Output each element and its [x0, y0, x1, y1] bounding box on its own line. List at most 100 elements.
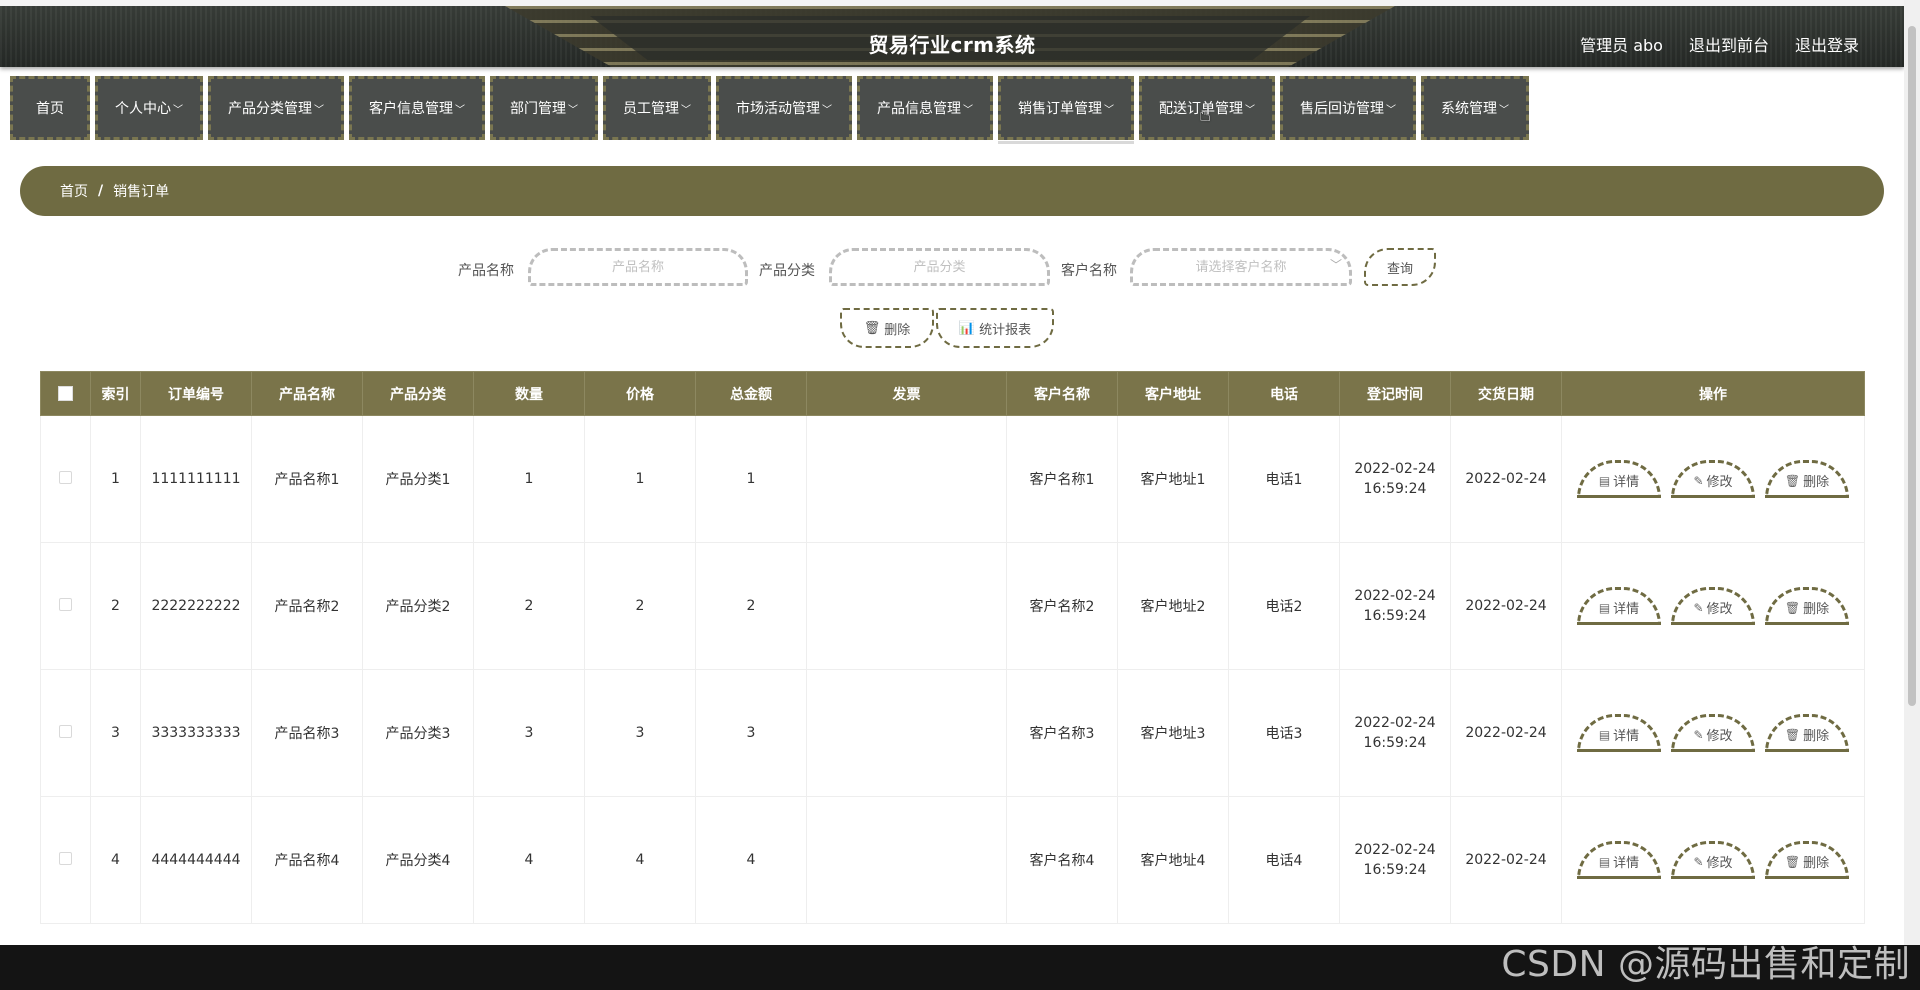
detail-button[interactable]: ▤ 详情	[1577, 714, 1661, 752]
col-header: 数量	[473, 371, 585, 416]
cell-customer: 客户名称3	[1006, 669, 1118, 797]
nav-item-department[interactable]: 部门管理 ﹀	[490, 76, 598, 140]
cell-phone: 电话4	[1228, 796, 1340, 924]
cell-order-no: 1111111111	[140, 415, 252, 543]
edit-button[interactable]: ✎ 修改	[1671, 460, 1755, 498]
nav-item-system[interactable]: 系统管理 ﹀	[1421, 76, 1529, 140]
category-input[interactable]	[829, 248, 1050, 286]
row-checkbox[interactable]	[59, 851, 72, 865]
customer-select[interactable]	[1130, 248, 1352, 286]
nav-item-label: 客户信息管理	[369, 101, 453, 117]
trash-icon: 🗑	[1784, 473, 1801, 488]
delete-label: 删除	[1803, 475, 1830, 490]
cell-price: 1	[584, 415, 696, 543]
col-header: 登记时间	[1339, 371, 1451, 416]
nav-item-after-sales[interactable]: 售后回访管理 ﹀	[1280, 76, 1416, 140]
cell-address: 客户地址4	[1117, 796, 1229, 924]
row-checkbox[interactable]	[59, 597, 72, 611]
row-checkbox-cell[interactable]	[40, 669, 91, 797]
cell-product: 产品名称2	[251, 542, 363, 670]
detail-label: 详情	[1613, 729, 1640, 744]
cell-category: 产品分类4	[362, 796, 474, 924]
nav-item-label: 员工管理	[623, 101, 679, 117]
cell-category: 产品分类1	[362, 415, 474, 543]
edit-button[interactable]: ✎ 修改	[1671, 714, 1755, 752]
nav-item-employee[interactable]: 员工管理 ﹀	[603, 76, 711, 140]
cell-price: 4	[584, 796, 696, 924]
trash-icon: 🗑	[1784, 854, 1801, 869]
query-button[interactable]: 查询	[1364, 248, 1436, 286]
chevron-down-icon: ﹀	[1104, 104, 1114, 116]
cell-customer: 客户名称2	[1006, 542, 1118, 670]
delete-button[interactable]: 🗑 删除	[1765, 841, 1849, 879]
reg-time: 16:59:24	[1363, 735, 1427, 751]
product-name-input[interactable]	[528, 248, 748, 286]
detail-button[interactable]: ▤ 详情	[1577, 460, 1661, 498]
cell-invoice	[806, 669, 1007, 797]
nav-item-sales-order[interactable]: 销售订单管理 ﹀	[998, 76, 1134, 144]
col-header: 产品名称	[251, 371, 363, 416]
nav-item-label: 系统管理	[1441, 101, 1497, 117]
row-checkbox[interactable]	[59, 470, 72, 484]
breadcrumb-current: 销售订单	[113, 184, 170, 200]
batch-delete-button[interactable]: 🗑 删除	[840, 308, 934, 348]
cell-ops: ▤ 详情 ✎ 修改 🗑 删除	[1561, 415, 1865, 543]
scrollbar-thumb[interactable]	[1908, 26, 1916, 706]
breadcrumb-home[interactable]: 首页	[60, 181, 88, 201]
reg-time: 16:59:24	[1363, 608, 1427, 624]
delete-button[interactable]: 🗑 删除	[1765, 587, 1849, 625]
table-header-row: 索引 订单编号 产品名称 产品分类 数量 价格 总金额 发票 客户名称 客户地址…	[40, 371, 1865, 416]
cell-ops: ▤ 详情 ✎ 修改 🗑 删除	[1561, 796, 1865, 924]
nav-item-label: 首页	[36, 101, 64, 117]
cell-reg-time: 2022-02-24 16:59:24	[1339, 669, 1451, 797]
nav-item-marketing[interactable]: 市场活动管理 ﹀	[716, 76, 852, 140]
edit-label: 修改	[1706, 729, 1733, 744]
select-all-checkbox[interactable]	[58, 386, 73, 401]
top-links: 管理员 abo 退出到前台 退出登录	[1580, 32, 1859, 56]
cell-delivery: 2022-02-24	[1450, 542, 1562, 670]
report-button[interactable]: 📊 统计报表	[936, 308, 1054, 348]
row-checkbox[interactable]	[59, 724, 72, 738]
cell-product: 产品名称3	[251, 669, 363, 797]
row-checkbox-cell[interactable]	[40, 542, 91, 670]
cell-qty: 3	[473, 669, 585, 797]
nav-item-personal-center[interactable]: 个人中心 ﹀	[95, 76, 203, 140]
table-row: 2 2222222222 产品名称2 产品分类2 2 2 2 客户名称2 客户地址2 电话2 202…	[40, 542, 1865, 670]
trash-icon: 🗑	[1784, 727, 1801, 742]
delete-button[interactable]: 🗑 删除	[1765, 714, 1849, 752]
cell-invoice	[806, 415, 1007, 543]
nav-item-product-info[interactable]: 产品信息管理 ﹀	[857, 76, 993, 140]
chevron-down-icon: ﹀	[963, 104, 973, 116]
select-all-checkbox-cell[interactable]	[40, 371, 91, 416]
logout-link[interactable]: 退出登录	[1795, 32, 1859, 56]
top-header: 贸易行业crm系统 管理员 abo 退出到前台 退出登录	[0, 0, 1904, 67]
edit-button[interactable]: ✎ 修改	[1671, 587, 1755, 625]
cell-qty: 4	[473, 796, 585, 924]
cell-address: 客户地址3	[1117, 669, 1229, 797]
col-header: 索引	[90, 371, 141, 416]
detail-button[interactable]: ▤ 详情	[1577, 841, 1661, 879]
row-checkbox-cell[interactable]	[40, 415, 91, 543]
document-icon: ▤	[1598, 600, 1611, 615]
back-to-front-link[interactable]: 退出到前台	[1689, 32, 1769, 56]
edit-button[interactable]: ✎ 修改	[1671, 841, 1755, 879]
watermark: CSDN @源码出售和定制	[1501, 944, 1910, 985]
breadcrumb-separator: /	[98, 183, 104, 199]
chevron-down-icon: ﹀	[1330, 258, 1343, 272]
nav-item-customer-info[interactable]: 客户信息管理 ﹀	[349, 76, 485, 140]
pencil-icon: ✎	[1693, 854, 1704, 869]
chevron-down-icon: ﹀	[681, 104, 691, 116]
nav-item-home[interactable]: 首页	[10, 76, 90, 140]
cell-address: 客户地址1	[1117, 415, 1229, 543]
product-name-label: 产品名称	[458, 263, 514, 279]
delete-button[interactable]: 🗑 删除	[1765, 460, 1849, 498]
nav-item-product-category[interactable]: 产品分类管理 ﹀	[208, 76, 344, 140]
cell-order-no: 3333333333	[140, 669, 252, 797]
delete-label: 删除	[1803, 856, 1830, 871]
cell-index: 2	[90, 542, 141, 670]
chevron-down-icon: ﹀	[568, 104, 578, 116]
chevron-down-icon: ﹀	[1245, 104, 1255, 116]
detail-button[interactable]: ▤ 详情	[1577, 587, 1661, 625]
row-checkbox-cell[interactable]	[40, 796, 91, 924]
cell-ops: ▤ 详情 ✎ 修改 🗑 删除	[1561, 669, 1865, 797]
